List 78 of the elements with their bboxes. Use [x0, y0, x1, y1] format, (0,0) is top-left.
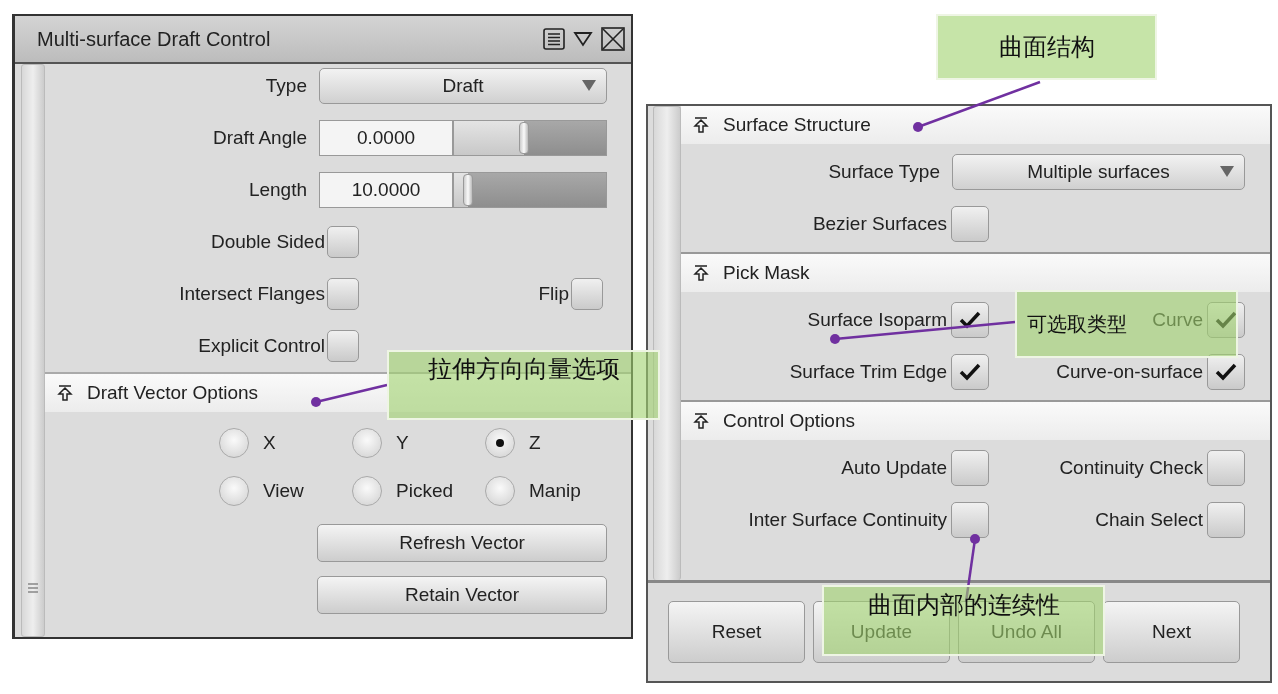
panel-title: Multi-surface Draft Control [37, 27, 272, 51]
checkbox[interactable] [327, 226, 359, 258]
checkbox[interactable] [327, 278, 359, 310]
checkbox-label: Bezier Surfaces [812, 213, 947, 235]
checkbox[interactable] [327, 330, 359, 362]
action-button[interactable]: Retain Vector [317, 576, 607, 614]
collapse-arrow-icon [693, 412, 709, 430]
checkbox-label: Chain Select [1095, 509, 1203, 531]
radio-label: X [263, 432, 276, 454]
collapse-arrow-icon [693, 264, 709, 282]
checkbox[interactable] [951, 502, 989, 538]
radio-button[interactable] [485, 476, 515, 506]
section-title: Control Options [723, 410, 855, 432]
checkbox[interactable] [951, 354, 989, 390]
section-header[interactable]: Surface Structure [681, 106, 1270, 144]
dropdown[interactable]: Multiple surfaces [952, 154, 1245, 190]
checkbox-label: Continuity Check [1059, 457, 1203, 479]
callout-tooltip: 拉伸方向向量选项 [387, 350, 660, 420]
checkbox[interactable] [951, 302, 989, 338]
radio-label: Manip [529, 480, 581, 502]
radio-button[interactable] [485, 428, 515, 458]
slider-thumb[interactable] [462, 174, 473, 206]
section-title: Pick Mask [723, 262, 810, 284]
collapse-arrow-icon [57, 384, 73, 402]
field-label: Surface Type [828, 161, 940, 183]
section-title: Draft Vector Options [87, 382, 259, 404]
callout-tooltip: 曲面结构 [936, 14, 1157, 80]
grip-icon[interactable] [27, 582, 39, 594]
number-field[interactable]: 0.0000 [319, 120, 453, 156]
checkbox[interactable] [1207, 450, 1245, 486]
field-label: Type [265, 75, 307, 97]
section-header[interactable]: Control Options [681, 402, 1270, 440]
checkbox[interactable] [951, 206, 989, 242]
checkbox-label: Curve-on-surface [1056, 361, 1203, 383]
radio-button[interactable] [352, 476, 382, 506]
checkbox-label: Explicit Control [198, 335, 325, 357]
caret-icon [1220, 166, 1234, 177]
menu-icon[interactable] [543, 28, 565, 50]
checkbox-label: Surface Trim Edge [789, 361, 947, 383]
checkbox[interactable] [571, 278, 603, 310]
triangle-down-icon[interactable] [573, 31, 593, 47]
dropdown[interactable]: Draft [319, 68, 607, 104]
radio-button[interactable] [219, 428, 249, 458]
checkbox-label: Double Sided [210, 231, 325, 253]
action-button[interactable]: Refresh Vector [317, 524, 607, 562]
radio-label: View [263, 480, 304, 502]
number-field[interactable]: 10.0000 [319, 172, 453, 208]
slider-thumb[interactable] [518, 122, 529, 154]
action-button[interactable]: Reset [668, 601, 805, 663]
collapse-arrow-icon [693, 116, 709, 134]
checkmark-icon [1215, 311, 1237, 329]
radio-label: Picked [396, 480, 454, 502]
checkbox[interactable] [1207, 354, 1245, 390]
radio-button[interactable] [219, 476, 249, 506]
checkmark-icon [1215, 363, 1237, 381]
section-header[interactable]: Pick Mask [681, 254, 1270, 292]
field-label: Length [248, 179, 307, 201]
action-button[interactable]: Next [1103, 601, 1240, 663]
radio-label: Z [529, 432, 541, 454]
checkbox[interactable] [1207, 302, 1245, 338]
checkbox-label: Surface Isoparm [807, 309, 947, 331]
checkbox[interactable] [951, 450, 989, 486]
checkmark-icon [959, 363, 981, 381]
checkmark-icon [959, 311, 981, 329]
checkbox-label: Flip [538, 283, 569, 305]
close-icon[interactable] [601, 27, 625, 51]
checkbox-label: Auto Update [841, 457, 947, 479]
checkbox[interactable] [1207, 502, 1245, 538]
checkbox-label: Intersect Flanges [179, 283, 325, 305]
radio-button[interactable] [352, 428, 382, 458]
checkbox-label: Curve [1152, 309, 1203, 331]
caret-icon [582, 80, 596, 91]
section-title: Surface Structure [723, 114, 871, 136]
scroll-strip[interactable] [21, 64, 45, 637]
field-label: Draft Angle [213, 127, 307, 149]
scroll-strip[interactable] [653, 106, 681, 580]
radio-label: Y [396, 432, 409, 454]
checkbox-label: Inter Surface Continuity [748, 509, 947, 531]
